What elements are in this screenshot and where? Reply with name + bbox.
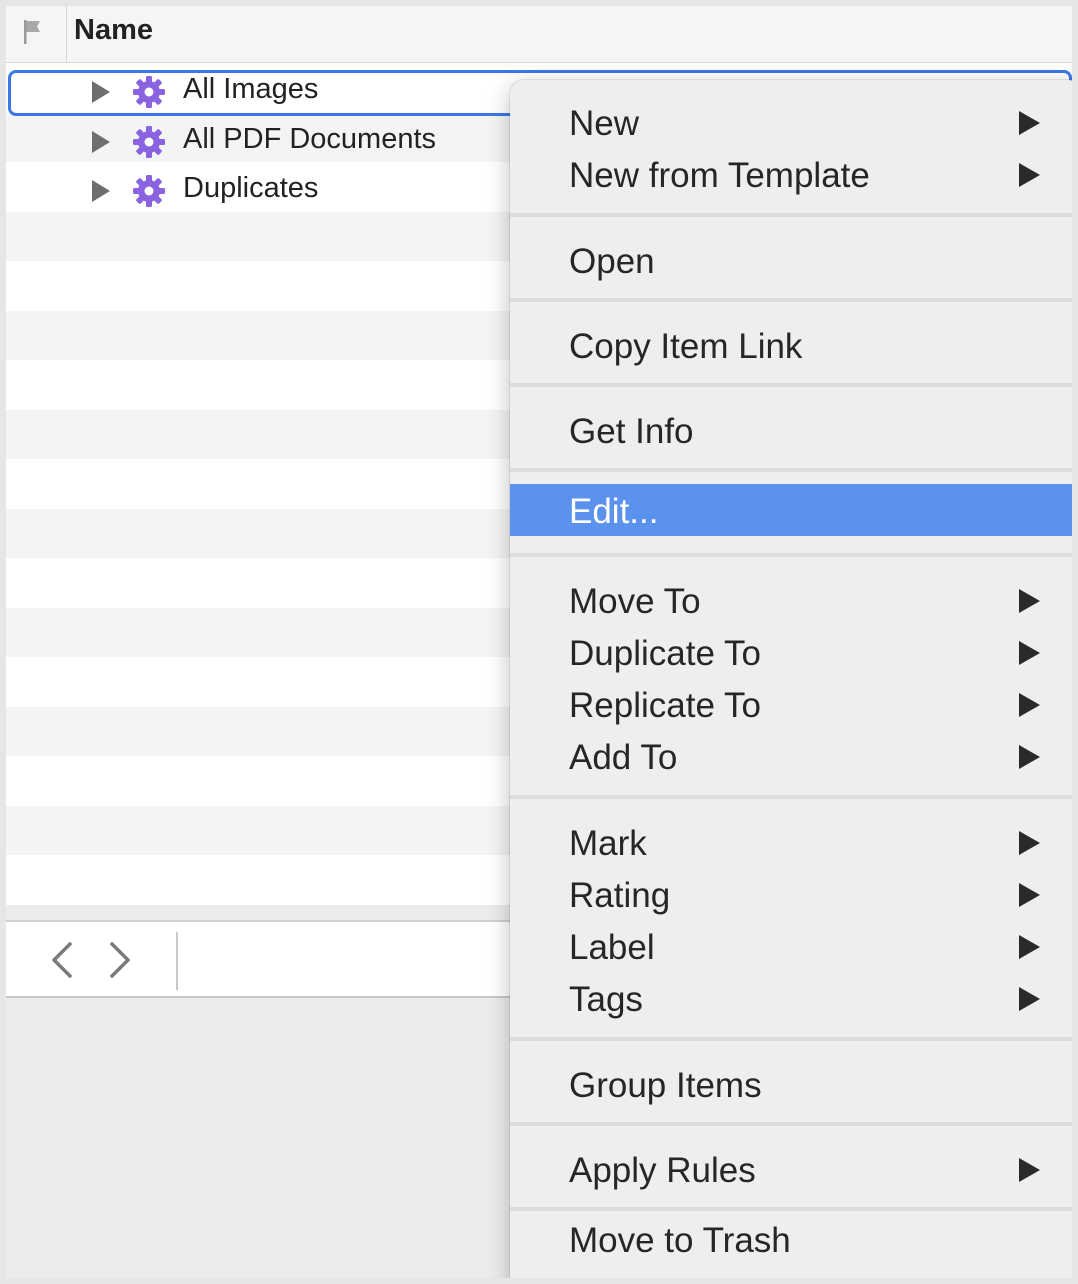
menu-item-label[interactable]: Label [510,920,1072,972]
flag-icon [24,20,40,44]
menu-item-label: Duplicate To [569,634,761,673]
submenu-arrow-icon [1019,641,1040,665]
menu-item-open[interactable]: Open [510,234,1072,286]
list-item-label: Duplicates [183,172,319,204]
flag-column-header[interactable] [6,6,67,62]
gear-icon [133,126,165,158]
gear-icon [133,76,165,108]
menu-item-label: Group Items [569,1066,762,1105]
menu-item-tags[interactable]: Tags [510,972,1072,1024]
menu-item-duplicate-to[interactable]: Duplicate To [510,626,1072,678]
disclosure-triangle-icon[interactable] [90,178,112,204]
menu-item-label: Mark [569,824,647,863]
menu-item-label: Edit... [569,492,659,531]
gear-icon [133,175,165,207]
menu-separator [510,553,1072,557]
chevron-left-icon[interactable] [44,940,80,980]
submenu-arrow-icon [1019,987,1040,1011]
menu-item-copy-item-link[interactable]: Copy Item Link [510,319,1072,371]
submenu-arrow-icon [1019,589,1040,613]
menu-item-mark[interactable]: Mark [510,816,1072,868]
menu-item-move-to[interactable]: Move To [510,574,1072,626]
menu-item-label: Add To [569,738,678,777]
menu-item-label: Rating [569,876,671,915]
menu-separator [510,383,1072,387]
submenu-arrow-icon [1019,935,1040,959]
menu-separator [510,1207,1072,1211]
menu-item-new-from-template[interactable]: New from Template [510,148,1072,200]
menu-item-label: Move to Trash [569,1221,791,1260]
menu-item-label: Apply Rules [569,1151,756,1190]
menu-item-label: Label [569,928,655,967]
menu-item-rating[interactable]: Rating [510,868,1072,920]
menu-separator [510,1122,1072,1126]
submenu-arrow-icon [1019,1158,1040,1182]
context-menu: New New from Template Open Copy Item Lin… [510,80,1072,1278]
menu-item-label: Get Info [569,412,694,451]
menu-item-label: New [569,104,640,143]
menu-item-move-to-trash[interactable]: Move to Trash [510,1213,1072,1265]
menu-item-label: Move To [569,582,701,621]
menu-separator [510,213,1072,217]
submenu-arrow-icon [1019,111,1040,135]
menu-item-label: New from Template [569,156,870,195]
submenu-arrow-icon [1019,831,1040,855]
submenu-arrow-icon [1019,745,1040,769]
name-column-header[interactable]: Name [74,14,153,47]
menu-item-edit[interactable]: Edit... [510,484,1072,536]
menu-separator [510,795,1072,799]
menu-separator [510,468,1072,472]
window: Name All Images All PDF Documents Duplic… [6,6,1072,1278]
menu-item-group-items[interactable]: Group Items [510,1058,1072,1110]
submenu-arrow-icon [1019,163,1040,187]
menu-item-apply-rules[interactable]: Apply Rules [510,1143,1072,1195]
menu-item-label: Open [569,242,655,281]
submenu-arrow-icon [1019,883,1040,907]
menu-item-label: Copy Item Link [569,327,803,366]
menu-item-get-info[interactable]: Get Info [510,404,1072,456]
disclosure-triangle-icon[interactable] [90,79,112,105]
disclosure-triangle-icon[interactable] [90,129,112,155]
menu-separator [510,298,1072,302]
menu-separator [510,1037,1072,1041]
chevron-right-icon[interactable] [102,940,138,980]
submenu-arrow-icon [1019,693,1040,717]
menu-item-label: Replicate To [569,686,761,725]
menu-item-replicate-to[interactable]: Replicate To [510,678,1072,730]
column-header: Name [6,6,1072,63]
menu-item-label: Tags [569,980,643,1019]
menu-item-add-to[interactable]: Add To [510,730,1072,782]
toolbar-divider [176,932,178,990]
menu-item-new[interactable]: New [510,96,1072,148]
list-item-label: All PDF Documents [183,123,437,155]
list-item-label: All Images [183,73,319,105]
